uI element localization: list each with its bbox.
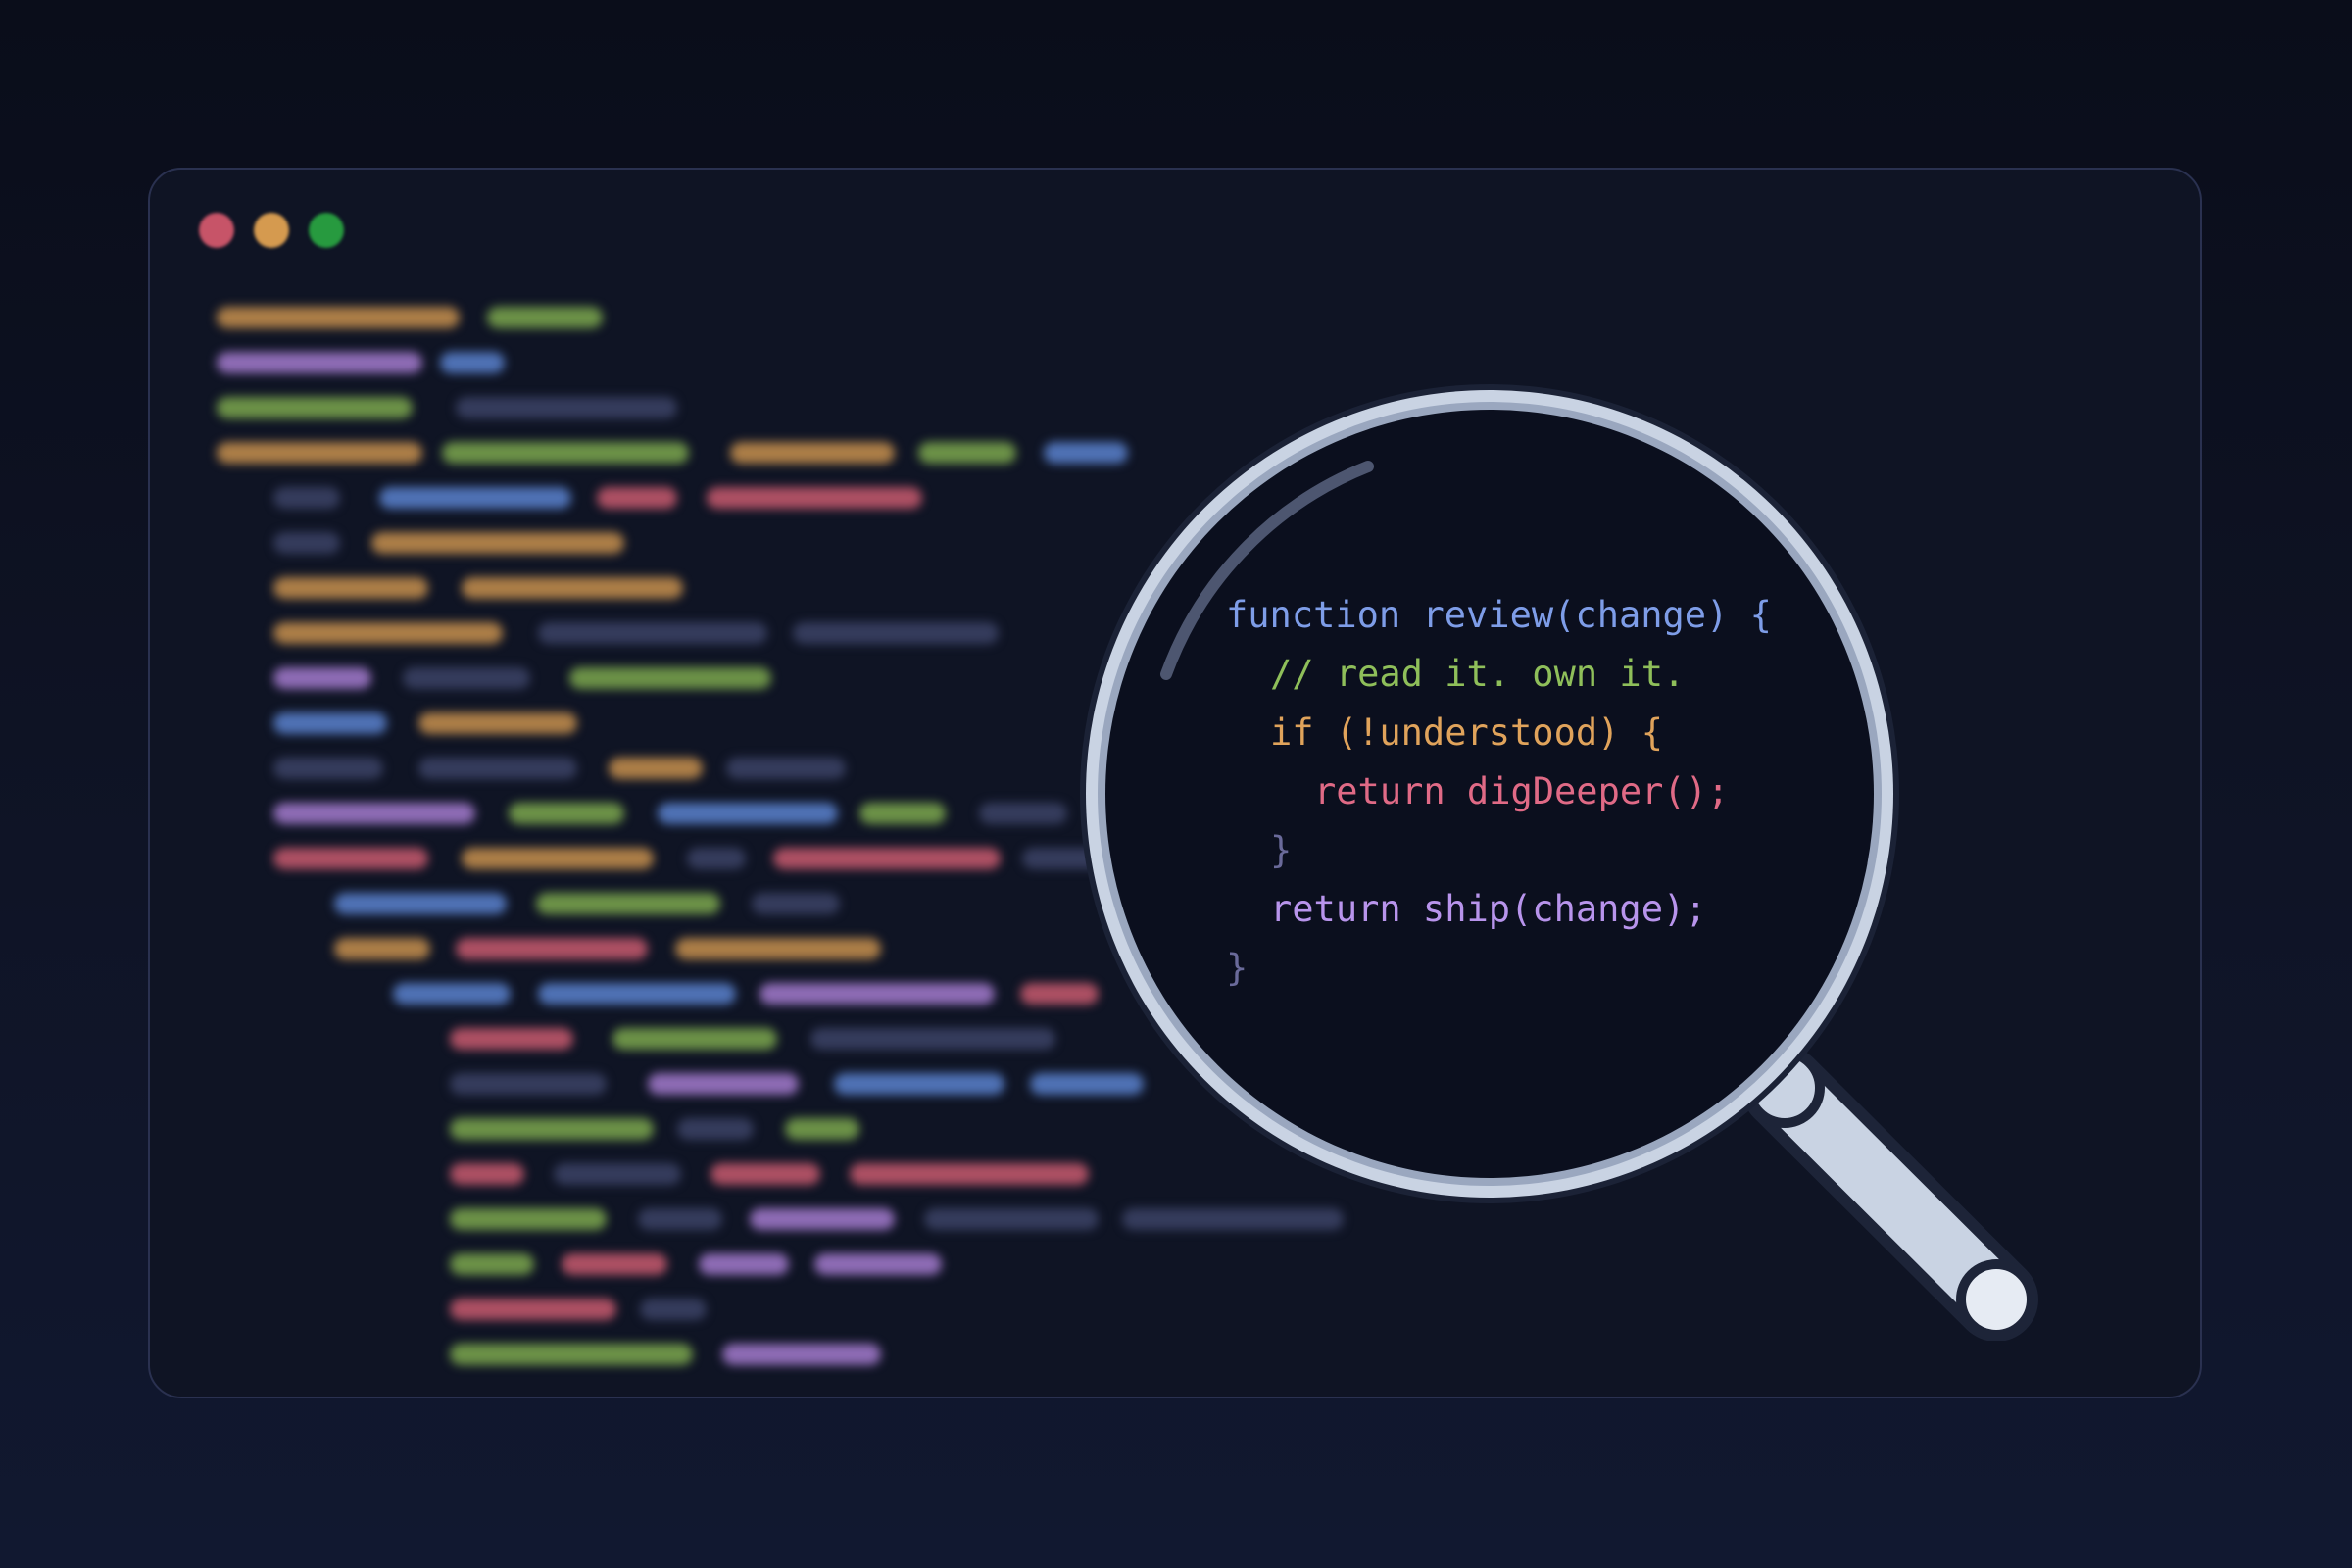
code-line: function review(change) { [1226,586,1772,645]
code-token: function review(change) { [1226,594,1772,636]
blurred-code-token [538,983,736,1004]
blurred-code-token [509,803,624,824]
blurred-code-token [924,1208,1099,1230]
blurred-code-token [562,1253,667,1275]
blurred-code-token [638,1208,722,1230]
blurred-code-token [450,1298,616,1320]
code-token: if (!understood) { [1270,711,1663,754]
code-token: return ship(change); [1270,888,1707,930]
blurred-code-token [859,803,946,824]
code-line: // read it. own it. [1226,645,1772,704]
blurred-code-token [810,1028,1055,1050]
blurred-code-token [648,1073,799,1095]
code-token: } [1226,947,1249,989]
blurred-code-token [450,1028,573,1050]
blurred-code-token [217,397,413,418]
blurred-code-token [450,1344,693,1365]
blurred-code-token [750,1208,895,1230]
blurred-code-token [334,938,430,959]
blurred-code-token [273,622,503,644]
code-line: if (!understood) { [1226,704,1772,762]
blurred-code-token [918,442,1016,464]
blurred-code-token [379,487,571,509]
blurred-code-token [730,442,895,464]
blurred-code-token [371,532,624,554]
blurred-code-token [597,487,677,509]
blurred-code-token [850,1163,1089,1185]
blurred-code-token [609,758,703,779]
blurred-code-token [273,532,340,554]
blurred-code-token [569,667,771,689]
code-token: return digDeeper(); [1314,770,1730,812]
blurred-code-token [217,442,422,464]
blurred-code-token [418,758,577,779]
blurred-code-token [456,938,648,959]
blurred-code-token [273,712,387,734]
blurred-code-token [403,667,530,689]
blurred-code-token [554,1163,681,1185]
blurred-code-token [538,622,767,644]
blurred-code-token [273,577,428,599]
blurred-code-token [710,1163,820,1185]
blurred-code-token [273,667,371,689]
blurred-code-token [658,803,838,824]
blurred-code-token [707,487,922,509]
blurred-code-token [687,848,746,869]
blurred-code-token [726,758,846,779]
blurred-code-token [722,1344,881,1365]
blurred-code-token [462,577,683,599]
blurred-code-token [462,848,654,869]
blurred-code-token [450,1253,534,1275]
code-token: // read it. own it. [1270,653,1686,695]
blurred-code-token [393,983,511,1004]
blurred-code-token [979,803,1067,824]
magnified-code: function review(change) { // read it. own… [1226,586,1772,998]
blurred-code-token [217,352,422,373]
blurred-code-token [814,1253,942,1275]
blurred-code-token [456,397,677,418]
blurred-code-token [834,1073,1004,1095]
blurred-code-token [675,938,881,959]
blurred-code-token [677,1118,754,1140]
blurred-code-token [273,758,383,779]
blurred-code-token [450,1163,524,1185]
blurred-code-token [536,893,720,914]
blurred-code-token [442,442,689,464]
blurred-code-token [640,1298,707,1320]
code-token: } [1270,829,1293,871]
code-line: } [1226,821,1772,880]
blurred-code-token [418,712,577,734]
blurred-code-token [450,1118,654,1140]
blurred-code-token [612,1028,777,1050]
code-line: return ship(change); [1226,880,1772,939]
blurred-code-token [217,307,460,328]
blurred-code-token [334,893,507,914]
blurred-code-token [440,352,505,373]
blurred-code-token [273,803,475,824]
code-line: } [1226,939,1772,998]
blurred-code-token [273,848,428,869]
blurred-code-token [760,983,995,1004]
magnifier-handle [1741,1046,2038,1341]
magnifier-icon: function review(change) { // read it. own… [1078,380,2038,1341]
blurred-code-token [487,307,603,328]
blurred-code-token [773,848,1001,869]
blurred-code-token [752,893,840,914]
code-line: return digDeeper(); [1226,762,1772,821]
blurred-code-token [793,622,999,644]
blurred-code-token [450,1073,607,1095]
blurred-code-token [785,1118,859,1140]
blurred-code-token [273,487,340,509]
blurred-code-token [450,1208,607,1230]
blurred-code-token [699,1253,789,1275]
